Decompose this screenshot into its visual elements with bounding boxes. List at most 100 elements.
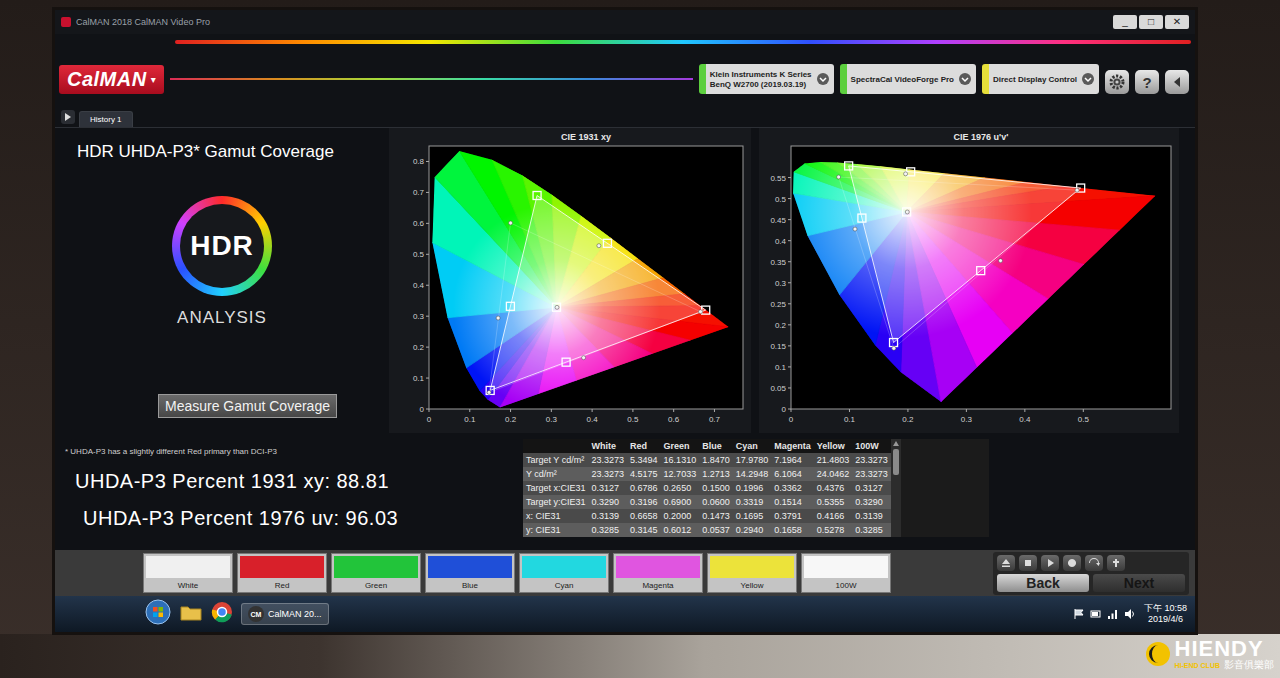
y-tick-label: 0.7 <box>413 188 425 197</box>
y-tick-label: 0.1 <box>775 363 787 372</box>
x-tick <box>966 409 967 412</box>
color-swatch[interactable]: Green <box>331 553 421 593</box>
playback-button[interactable] <box>1063 555 1081 571</box>
table-cell: 0.0600 <box>699 495 733 509</box>
playback-button[interactable] <box>1107 555 1125 571</box>
device-label: SpectraCal VideoForge Pro <box>851 75 954 84</box>
y-tick <box>788 324 791 325</box>
y-tick-label: 0.4 <box>413 281 425 290</box>
playback-button[interactable] <box>1041 555 1059 571</box>
device-label: Direct Display Control <box>993 75 1077 84</box>
column-header: White <box>589 439 628 453</box>
x-tick-label: 0 <box>789 415 794 424</box>
color-swatch[interactable]: Yellow <box>707 553 797 593</box>
table-header-row: WhiteRedGreenBlueCyanMagentaYellow100W <box>523 439 891 453</box>
collapse-button[interactable] <box>1165 70 1189 94</box>
x-tick-label: 0.4 <box>1019 415 1031 424</box>
chart-background <box>389 128 751 433</box>
top-row: HDR UHDA-P3* Gamut CoverageHDRANALYSISMe… <box>63 128 1187 437</box>
settings-button[interactable] <box>1105 70 1129 94</box>
playback-button[interactable] <box>1085 555 1103 571</box>
icon-part <box>1149 645 1158 663</box>
chrome-button[interactable] <box>211 601 233 627</box>
target-point <box>603 239 611 247</box>
measure-gamut-button[interactable]: Measure Gamut Coverage <box>158 394 337 418</box>
start-button[interactable] <box>145 599 171 629</box>
icon-part <box>1174 77 1180 87</box>
tab[interactable]: History 1 <box>79 111 133 127</box>
playback-button[interactable] <box>997 555 1015 571</box>
target-point <box>903 208 911 216</box>
plot-area <box>791 146 1171 409</box>
playback-button[interactable] <box>1019 555 1037 571</box>
chart-title: CIE 1976 u'v' <box>954 132 1009 142</box>
y-tick-label: 0.3 <box>775 279 787 288</box>
measured-point <box>999 259 1003 263</box>
watermark-text: HIENDYHI-END CLUB影音俱樂部 <box>1175 638 1275 670</box>
table-cell: 5.3494 <box>627 453 661 467</box>
icon-part <box>1132 612 1134 617</box>
color-swatch[interactable]: Blue <box>425 553 515 593</box>
table-cell: 0.6786 <box>627 481 661 495</box>
window-control-button[interactable]: □ <box>1139 15 1163 29</box>
table-row: Target x:CIE310.31270.67860.26500.15000.… <box>523 481 891 495</box>
rainbow-line <box>175 40 1191 44</box>
loop-icon <box>1088 557 1100 569</box>
device-text: Direct Display Control <box>993 75 1077 84</box>
x-tick <box>714 409 715 412</box>
table-cell: 4.5175 <box>627 467 661 481</box>
color-swatch[interactable]: Cyan <box>519 553 609 593</box>
table-cell: 23.3273 <box>852 453 891 467</box>
white-glow-area <box>429 146 743 409</box>
back-button[interactable]: Back <box>997 574 1089 592</box>
table-cell: 0.2000 <box>661 509 700 523</box>
window-control-button[interactable]: ✕ <box>1165 15 1189 29</box>
y-tick <box>788 282 791 283</box>
x-tick <box>592 409 593 412</box>
table-cell: 0.3127 <box>589 481 628 495</box>
scrollbar-thumb[interactable] <box>893 449 899 475</box>
watermark: HIENDYHI-END CLUB影音俱樂部 <box>1145 638 1275 670</box>
x-tick <box>907 409 908 412</box>
table-cell: 0.6900 <box>661 495 700 509</box>
device-dropdown[interactable]: Klein Instruments K SeriesBenQ W2700 (20… <box>699 64 834 94</box>
swatch-label: Cyan <box>520 580 608 592</box>
laptop-bezel <box>0 634 1280 678</box>
window-control-button[interactable]: _ <box>1113 15 1137 29</box>
chart-panel: CIE 1931 xy00.10.20.30.40.50.60.700.10.2… <box>389 128 751 437</box>
table-cell: 0.2940 <box>733 523 772 537</box>
measured-point <box>597 244 601 248</box>
table-cell: 0.6658 <box>627 509 661 523</box>
color-swatch[interactable]: Red <box>237 553 327 593</box>
color-swatch[interactable]: 100W <box>801 553 891 593</box>
header-row: CalMAN▾ Klein Instruments K SeriesBenQ W2… <box>55 64 1195 96</box>
device-dropdown[interactable]: SpectraCal VideoForge Pro <box>840 64 976 94</box>
calman-menu-button[interactable]: CalMAN▾ <box>59 65 164 94</box>
speaker-icon <box>1124 608 1136 620</box>
measured-point <box>582 356 586 360</box>
color-swatch[interactable]: Magenta <box>613 553 703 593</box>
device-dropdown[interactable]: Direct Display Control <box>982 64 1099 94</box>
swatch-label: Green <box>332 580 420 592</box>
help-button[interactable]: ? <box>1135 70 1159 94</box>
measured-gamut-triangle <box>839 177 1077 348</box>
color-swatch[interactable]: White <box>143 553 233 593</box>
y-tick-label: 0.2 <box>413 343 425 352</box>
calman-task-button[interactable]: CMCalMAN 20... <box>241 603 329 625</box>
clock[interactable]: 下午 10:582019/4/6 <box>1144 603 1187 625</box>
icon-part <box>1025 560 1031 566</box>
watermark-subline: HI-END CLUB影音俱樂部 <box>1175 660 1275 670</box>
history-toggle-button[interactable] <box>61 110 75 124</box>
chart-panel: CIE 1976 u'v'00.10.20.30.40.500.050.10.1… <box>759 128 1179 437</box>
y-tick <box>426 161 429 162</box>
swatch-color <box>710 556 794 578</box>
table-scrollbar[interactable] <box>891 439 901 537</box>
page-title: HDR UHDA-P3* Gamut Coverage <box>77 142 381 162</box>
system-tray <box>1073 608 1136 620</box>
folder-icon <box>179 602 203 622</box>
explorer-button[interactable] <box>179 602 203 626</box>
y-tick <box>788 387 791 388</box>
table-cell: 0.1996 <box>733 481 772 495</box>
measured-point <box>892 346 896 350</box>
y-tick-label: 0 <box>420 405 425 414</box>
